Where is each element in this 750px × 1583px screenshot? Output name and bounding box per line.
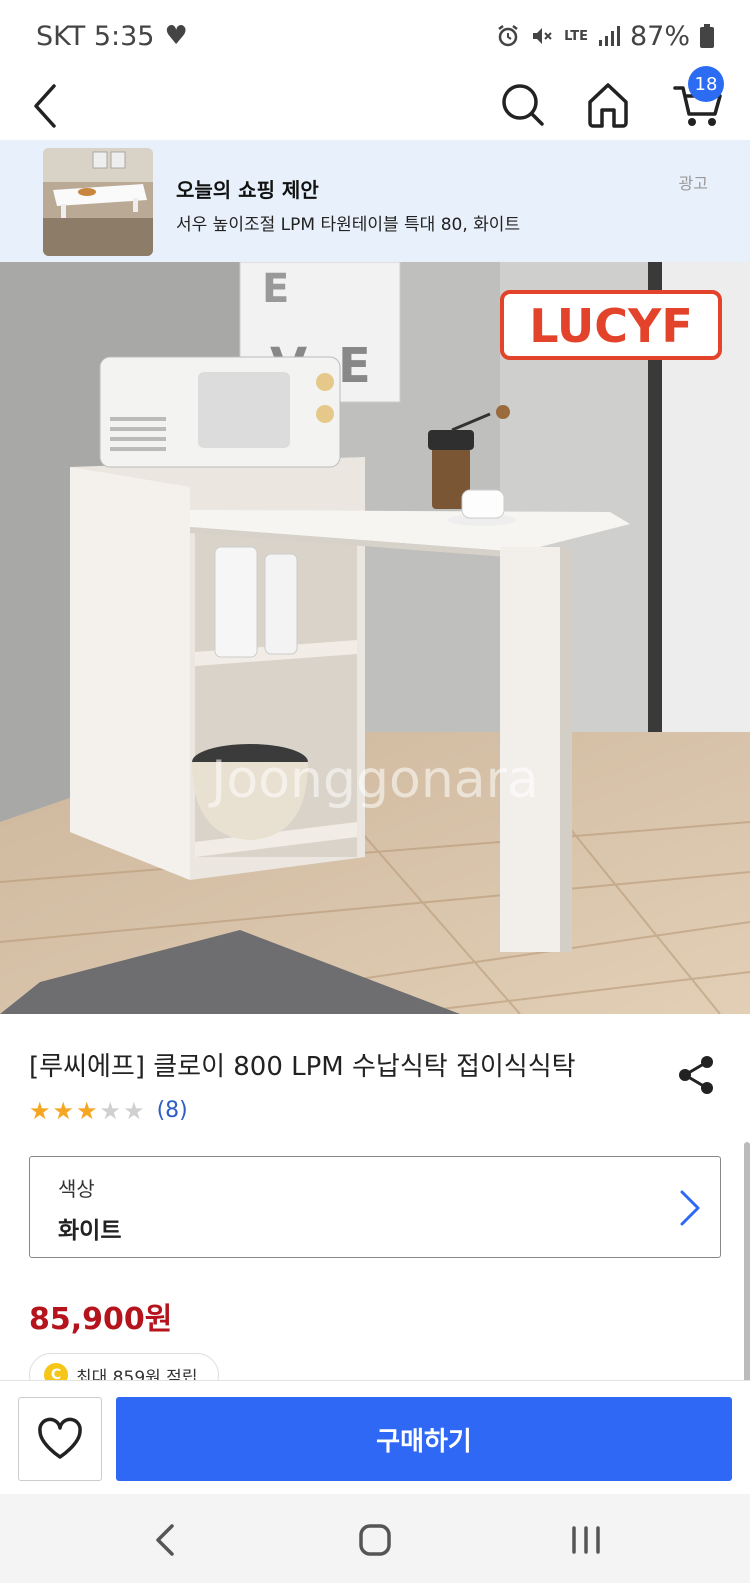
search-icon[interactable] [496,76,548,132]
cart-count-badge: 18 [688,66,724,102]
poster-letter: E [338,338,371,394]
ad-label: 광고 [678,174,708,193]
share-icon[interactable] [676,1054,716,1096]
product-title: [루씨에프] 클로이 800 LPM 수납식탁 접이식식탁 [29,1052,576,1082]
carrier-time: SKT 5:35 [36,20,155,52]
status-left: SKT 5:35 ♥ [36,21,188,52]
top-nav: 18 [0,66,750,140]
heart-icon [38,1417,82,1459]
brand-logo: LUCYF [529,299,693,353]
mute-icon [533,28,552,44]
battery-icon [700,24,714,48]
watermark: Joonggonara [208,750,539,810]
star-icon: ★ [52,1096,75,1125]
price: 85,900원 [29,1302,173,1337]
cart-button[interactable]: 18 [672,66,738,132]
status-right: LTE 87% [496,21,714,52]
ad-banner[interactable]: 오늘의 쇼핑 제안 서우 높이조절 LPM 타원테이블 특대 80, 화이트 광… [0,140,750,262]
chevron-right-icon [680,1190,700,1226]
poster-letter: E [262,266,289,312]
alarm-icon [498,25,518,47]
ad-thumbnail [43,148,153,256]
system-recents-icon[interactable] [562,1516,610,1564]
review-count-link[interactable]: (8) [157,1098,188,1123]
ad-subtitle: 서우 높이조절 LPM 타원테이블 특대 80, 화이트 [176,215,521,235]
back-arrow-icon[interactable] [26,78,66,134]
status-bar: SKT 5:35 ♥ LTE 87% [0,0,750,72]
buy-button[interactable]: 구매하기 [116,1397,732,1481]
system-nav-bar [0,1494,750,1583]
star-icon: ★ [99,1096,122,1125]
product-image[interactable]: E V E LUCYF Joonggo [0,262,750,1014]
color-option-selector[interactable]: 색상 화이트 [29,1156,721,1258]
wishlist-button[interactable] [18,1397,102,1481]
star-icon: ★ [76,1096,98,1125]
network-type: LTE [564,28,588,44]
battery-percent: 87% [629,20,690,52]
rating[interactable]: ★ ★ ★ ★ ★ (8) [29,1098,188,1123]
system-home-icon[interactable] [351,1516,399,1564]
option-label: 색상 [58,1177,95,1201]
star-icon: ★ [29,1096,51,1125]
home-icon[interactable] [582,76,634,132]
ad-title: 오늘의 쇼핑 제안 [176,178,319,202]
heart-status-icon: ♥ [164,21,188,51]
option-value: 화이트 [58,1218,122,1244]
signal-icon [598,26,620,46]
system-back-icon[interactable] [142,1516,190,1564]
purchase-action-bar: 구매하기 [0,1380,750,1494]
star-icon: ★ [123,1096,145,1125]
